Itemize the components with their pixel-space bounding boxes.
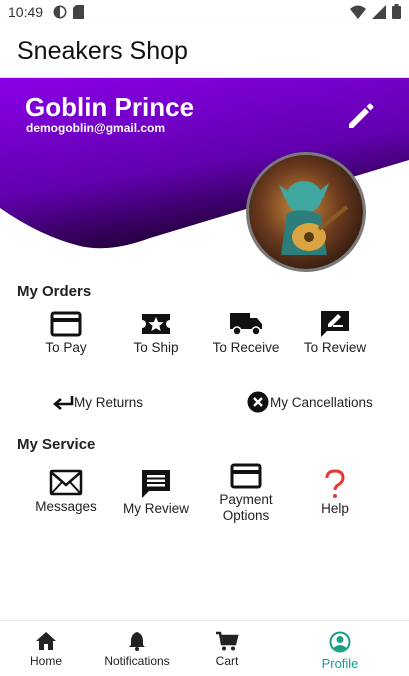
return-arrow-icon — [53, 396, 74, 410]
bottom-navigation: Home Notifications Cart Profile — [0, 620, 409, 676]
to-pay-label: To Pay — [45, 340, 87, 355]
status-bar: 10:49 — [0, 0, 409, 24]
cart-icon — [216, 631, 239, 651]
nav-notifications[interactable]: Notifications — [92, 621, 182, 676]
user-name: Goblin Prince — [25, 92, 195, 122]
my-cancellations-button[interactable]: My Cancellations — [247, 391, 373, 413]
profile-icon — [329, 631, 351, 653]
nav-notifications-label: Notifications — [104, 654, 170, 668]
nav-home-label: Home — [29, 654, 62, 668]
to-review-button[interactable]: To Review — [290, 310, 380, 356]
app-bar: Sneakers Shop — [0, 24, 409, 78]
payment-options-button[interactable]: Payment Options — [201, 462, 291, 524]
payment-options-label: Payment Options — [219, 492, 273, 523]
question-icon — [325, 469, 345, 498]
help-label: Help — [321, 501, 349, 516]
messages-button[interactable]: Messages — [21, 469, 111, 515]
credit-card-icon — [50, 311, 82, 337]
messages-label: Messages — [35, 499, 97, 514]
nav-cart-label: Cart — [215, 654, 239, 668]
to-review-label: To Review — [303, 340, 367, 355]
my-review-label: My Review — [122, 501, 189, 516]
battery-icon — [392, 4, 401, 19]
avatar[interactable] — [246, 152, 366, 272]
envelope-icon — [49, 469, 83, 496]
nav-cart[interactable]: Cart — [182, 621, 272, 676]
to-receive-label: To Receive — [212, 340, 280, 355]
cancel-circle-icon — [247, 391, 269, 413]
truck-icon — [230, 313, 262, 336]
bell-icon — [129, 632, 145, 651]
edit-profile-button[interactable] — [343, 100, 377, 130]
nav-profile[interactable]: Profile — [295, 621, 385, 676]
my-orders-title: My Orders — [17, 283, 92, 300]
signal-icon — [372, 4, 386, 19]
to-pay-button[interactable]: To Pay — [21, 310, 111, 356]
my-review-button[interactable]: My Review — [111, 469, 201, 517]
avatar-image — [249, 155, 363, 269]
rate-review-icon — [321, 311, 349, 337]
sd-card-icon — [73, 5, 85, 19]
user-email: demogoblin@gmail.com — [26, 121, 166, 135]
my-cancellations-label: My Cancellations — [270, 394, 373, 410]
wifi-icon — [350, 5, 366, 19]
to-receive-button[interactable]: To Receive — [201, 310, 291, 356]
app-title: Sneakers Shop — [17, 37, 188, 65]
ticket-star-icon — [142, 314, 170, 334]
nav-profile-label: Profile — [321, 656, 359, 671]
my-returns-button[interactable]: My Returns — [52, 393, 143, 411]
pencil-icon — [349, 103, 374, 128]
status-time: 10:49 — [8, 4, 44, 20]
help-button[interactable]: Help — [290, 469, 380, 517]
home-icon — [36, 632, 56, 650]
to-ship-label: To Ship — [133, 340, 179, 355]
sync-icon — [53, 5, 67, 19]
my-returns-label: My Returns — [74, 394, 144, 410]
nav-home[interactable]: Home — [1, 621, 91, 676]
comment-icon — [142, 470, 170, 498]
my-service-title: My Service — [17, 436, 96, 453]
payment-card-icon — [230, 463, 262, 489]
to-ship-button[interactable]: To Ship — [111, 310, 201, 356]
